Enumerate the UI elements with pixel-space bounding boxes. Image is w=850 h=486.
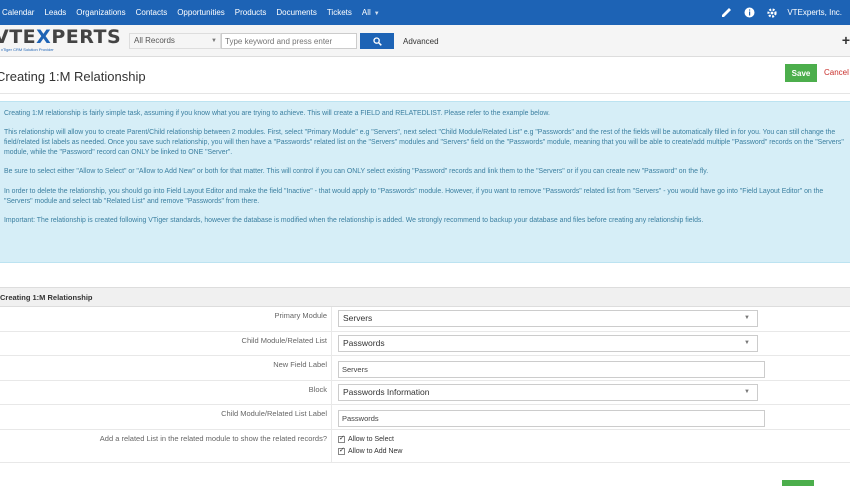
tab-opportunities[interactable]: Opportunities — [177, 8, 225, 17]
search-icon — [372, 36, 382, 46]
info-paragraph-3: Be sure to select either "Allow to Selec… — [4, 168, 709, 176]
page-title: Creating 1:M Relationship — [0, 69, 146, 84]
related-list-question: Add a related List in the related module… — [2, 429, 332, 462]
allow-add-new-checkbox[interactable]: Allow to Add New — [338, 446, 402, 458]
save-button[interactable]: Save — [785, 64, 817, 82]
info-panel: Creating 1:M relationship is fairly simp… — [0, 101, 850, 263]
allow-select-label: Allow to Select — [348, 436, 394, 443]
block-value: Passwords Information — [343, 386, 430, 397]
search-bar: VTEXPERTS vTiger CRM Solution Provider A… — [0, 25, 850, 57]
block-label: Block — [2, 380, 332, 404]
logo-text-start: VTE — [0, 26, 37, 48]
form-row-child-module: Child Module/Related List Passwords ▼ — [0, 331, 850, 356]
advanced-search-link[interactable]: Advanced — [403, 37, 439, 46]
new-field-label-label: New Field Label — [2, 356, 332, 380]
allow-add-new-label: Allow to Add New — [348, 448, 403, 455]
chevron-down-icon: ▼ — [211, 38, 217, 44]
logo-text-end: PERTS — [51, 26, 122, 48]
allow-select-checkbox[interactable]: Allow to Select — [338, 434, 402, 446]
gear-icon[interactable] — [765, 6, 779, 20]
plus-icon[interactable]: + — [842, 32, 850, 48]
block-select[interactable]: Passwords Information ▼ — [338, 383, 758, 401]
tab-calendar[interactable]: Calendar — [2, 8, 34, 17]
logo-text-x: X — [36, 26, 52, 48]
related-list-label-label: Child Module/Related List Label — [2, 405, 332, 429]
chevron-down-icon: ▼ — [373, 11, 380, 17]
checkbox-checked-icon — [338, 446, 345, 455]
checkbox-checked-icon — [338, 434, 345, 443]
tab-products[interactable]: Products — [235, 8, 267, 17]
module-tabs: Calendar Leads Organizations Contacts Op… — [0, 8, 390, 17]
info-paragraph-1: Creating 1:M relationship is fairly simp… — [4, 110, 550, 117]
relationship-form-block: Creating 1:M Relationship Primary Module… — [0, 287, 850, 463]
form-row-block: Block Passwords Information ▼ — [0, 380, 850, 405]
tab-tickets[interactable]: Tickets — [327, 8, 352, 17]
chevron-down-icon: ▼ — [744, 339, 750, 346]
pencil-icon[interactable] — [719, 6, 733, 20]
records-filter-select[interactable]: All Records ▼ — [129, 33, 221, 49]
cancel-link[interactable]: Cancel — [824, 68, 849, 77]
info-icon[interactable] — [742, 6, 756, 20]
search-button[interactable] — [360, 33, 394, 49]
form-row-primary-module: Primary Module Servers ▼ — [0, 307, 850, 332]
child-module-label: Child Module/Related List — [2, 331, 332, 355]
child-module-value: Passwords — [343, 337, 385, 348]
new-field-label-input[interactable] — [338, 361, 765, 378]
keyword-search-input[interactable] — [221, 33, 357, 49]
form-row-related-list-label: Child Module/Related List Label — [0, 405, 850, 430]
block-title: Creating 1:M Relationship — [0, 288, 850, 307]
page-header: Creating 1:M Relationship Save Cancel — [0, 58, 850, 94]
info-paragraph-2: This relationship will allow you to crea… — [4, 129, 844, 156]
chevron-down-icon: ▼ — [744, 388, 750, 395]
primary-module-label: Primary Module — [2, 307, 332, 331]
tab-contacts[interactable]: Contacts — [136, 8, 168, 17]
primary-module-value: Servers — [343, 313, 373, 323]
primary-module-select[interactable]: Servers ▼ — [338, 310, 758, 327]
tab-documents[interactable]: Documents — [276, 8, 316, 17]
records-filter-value: All Records — [134, 36, 175, 45]
company-name[interactable]: VTExperts, Inc. — [787, 8, 842, 17]
info-paragraph-4: In order to delete the relationship, you… — [4, 187, 824, 205]
top-navigation-bar: Calendar Leads Organizations Contacts Op… — [0, 0, 850, 25]
footer-save-button[interactable] — [782, 480, 814, 486]
related-list-label-input[interactable] — [338, 410, 765, 427]
top-right-actions: VTExperts, Inc. — [710, 0, 842, 25]
tab-organizations[interactable]: Organizations — [76, 8, 125, 17]
child-module-select[interactable]: Passwords ▼ — [338, 334, 758, 352]
form-row-related-list-options: Add a related List in the related module… — [0, 429, 850, 463]
tab-leads[interactable]: Leads — [44, 8, 66, 17]
tab-all[interactable]: All ▼ — [362, 8, 380, 17]
info-paragraph-5: Important: The relationship is created f… — [4, 216, 704, 224]
form-row-field-label: New Field Label — [0, 356, 850, 381]
chevron-down-icon: ▼ — [744, 315, 750, 321]
tab-all-label: All — [361, 8, 371, 17]
vtexperts-logo[interactable]: VTEXPERTS vTiger CRM Solution Provider — [0, 28, 121, 54]
